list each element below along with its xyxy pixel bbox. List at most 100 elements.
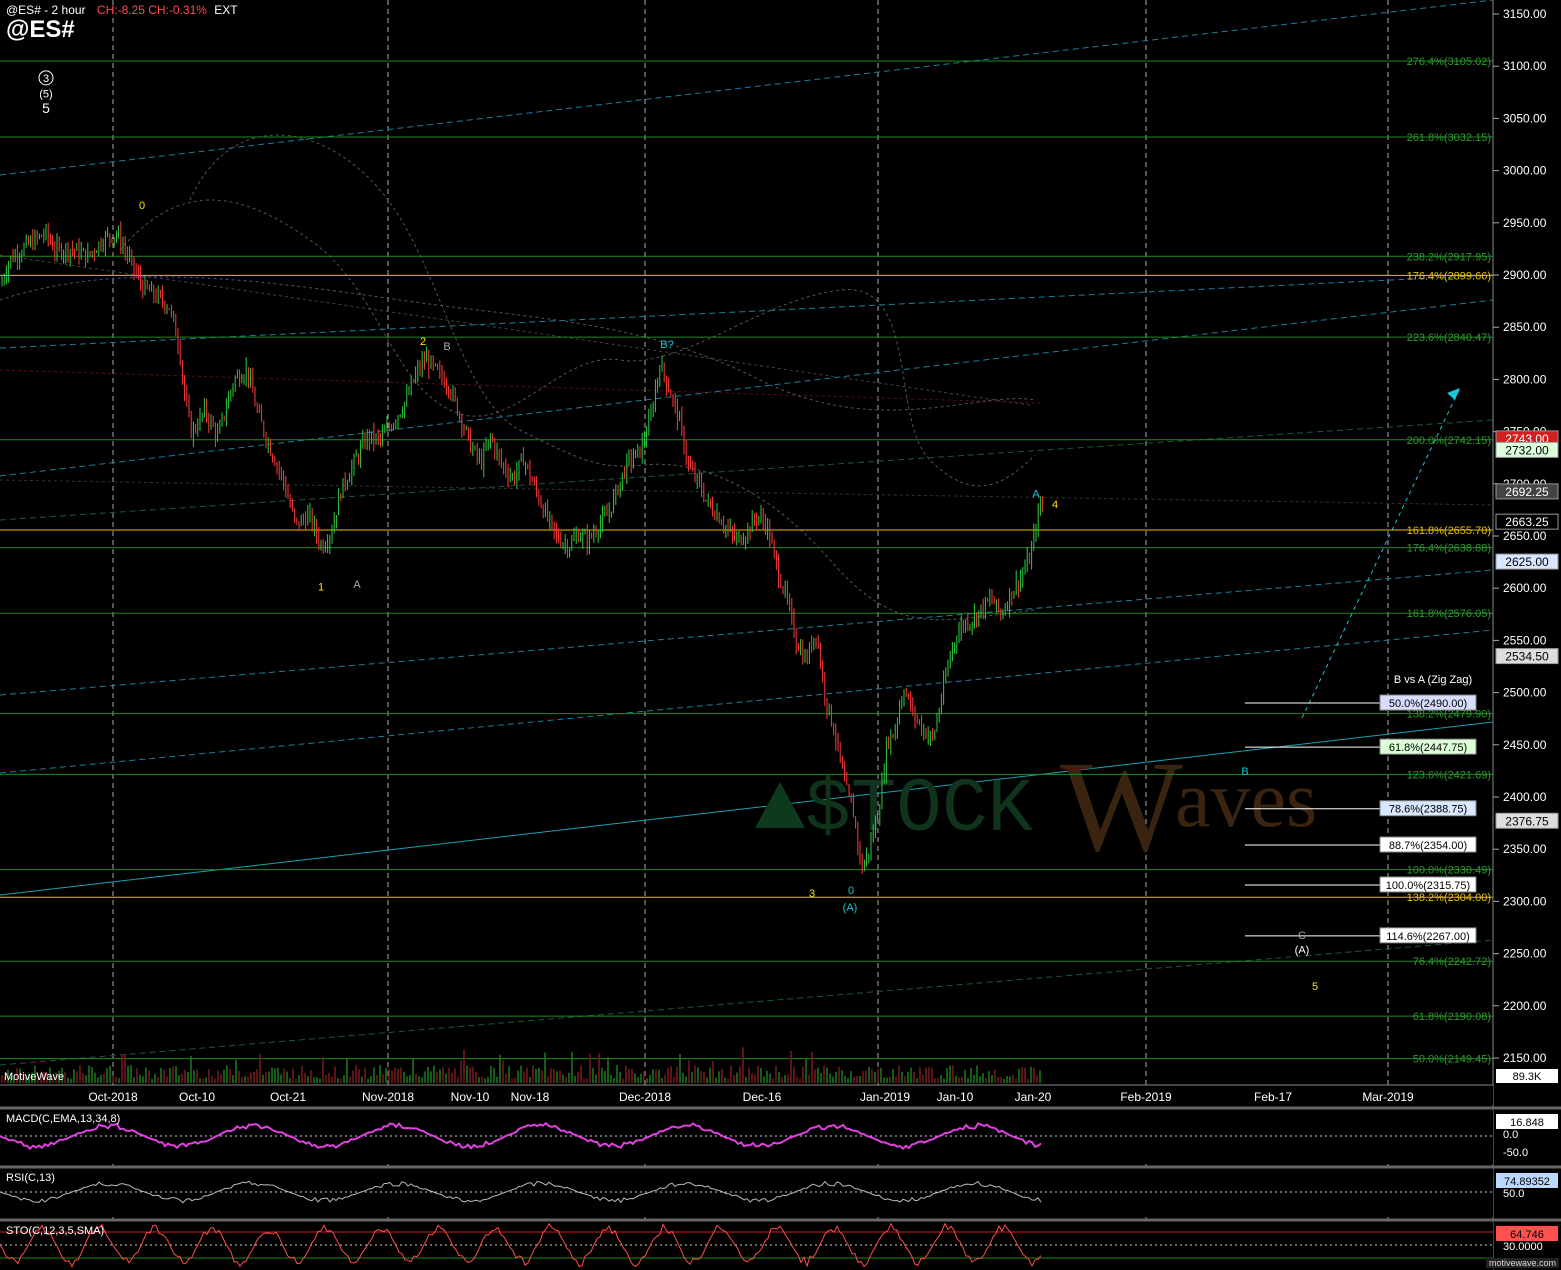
price-label: 2663.25 — [1505, 515, 1549, 529]
stoch-label: STO(C,12,3,5,SMA) — [6, 1225, 104, 1237]
price-tick-label: 2500.00 — [1503, 686, 1547, 700]
stoch-tick: 30.0000 — [1503, 1241, 1543, 1253]
fib-level-label: 61.8%(2190.08) — [1413, 1011, 1491, 1023]
fib-level-label: 138.2%(2304.00) — [1407, 892, 1491, 904]
wave-label: 0 — [139, 200, 145, 212]
fib-level-label: 176.4%(2638.88) — [1407, 543, 1491, 555]
wave-label: A — [1032, 488, 1040, 500]
price-tick-label: 3000.00 — [1503, 164, 1547, 178]
wave-label: (5) — [39, 89, 52, 101]
svg-text:$TOCK: $TOCK — [805, 767, 1033, 853]
fib-level-label: 161.8%(2655.70) — [1407, 525, 1491, 537]
indicator-panels: MACD(C,EMA,13,34,8) 16.8480.0 -50.0 RSI(C,1… — [0, 1106, 1561, 1270]
price-tick-label: 2950.00 — [1503, 216, 1547, 230]
time-tick-label: Oct-2018 — [88, 1090, 138, 1104]
price-label: 2732.00 — [1505, 443, 1549, 457]
session-label: EXT — [214, 3, 238, 17]
bva-label: 61.8%(2447.75) — [1389, 742, 1467, 754]
price-label: 2534.50 — [1505, 650, 1549, 664]
rsi-tick: 50.0 — [1503, 1188, 1524, 1200]
time-tick-label: Jan-2019 — [860, 1090, 910, 1104]
bva-title: B vs A (Zig Zag) — [1394, 674, 1472, 686]
wave-label: (A) — [843, 902, 858, 914]
price-label: 2692.25 — [1505, 485, 1549, 499]
time-tick-label: Feb-2019 — [1120, 1090, 1172, 1104]
time-tick-label: Jan-10 — [937, 1090, 974, 1104]
wave-label: A — [353, 579, 361, 591]
macd-label: MACD(C,EMA,13,34,8) — [6, 1113, 120, 1125]
fib-level-label: 176.4%(2899.66) — [1407, 270, 1491, 282]
wave-label: B — [1241, 766, 1248, 778]
time-tick-label: Feb-17 — [1254, 1090, 1292, 1104]
macd-tick: 0.0 — [1503, 1129, 1518, 1141]
wave-label: 3 — [43, 73, 49, 85]
time-tick-label: Nov-2018 — [362, 1090, 414, 1104]
time-tick-label: Mar-2019 — [1362, 1090, 1414, 1104]
price-tick-label: 2850.00 — [1503, 320, 1547, 334]
time-tick-label: Nov-18 — [511, 1090, 550, 1104]
symbol-title: @ES# — [6, 16, 75, 43]
fib-level-label: 100.0%(2330.49) — [1407, 865, 1491, 877]
wave-label: 3 — [809, 888, 815, 900]
price-tick-label: 3100.00 — [1503, 59, 1547, 73]
wave-label: 4 — [1052, 499, 1058, 511]
fib-level-label: 50.0%(2149.45) — [1413, 1054, 1491, 1066]
time-tick-label: Nov-10 — [451, 1090, 490, 1104]
svg-text:W: W — [1060, 735, 1183, 879]
price-tick-label: 2400.00 — [1503, 790, 1547, 804]
price-tick-label: 2650.00 — [1503, 529, 1547, 543]
price-tick-label: 2550.00 — [1503, 633, 1547, 647]
wave-label: 5 — [42, 100, 50, 116]
fib-level-label: 161.8%(2576.05) — [1407, 608, 1491, 620]
rsi-value: 74.89352 — [1504, 1176, 1550, 1188]
wave-label: (A) — [1295, 945, 1310, 957]
price-tick-label: 2200.00 — [1503, 999, 1547, 1013]
wave-label: B — [443, 341, 450, 353]
rsi-label: RSI(C,13) — [6, 1172, 55, 1184]
wave-label: 1 — [318, 581, 324, 593]
wave-label: C — [1298, 930, 1306, 942]
price-tick-label: 3150.00 — [1503, 7, 1547, 21]
bva-label: 78.6%(2388.75) — [1389, 804, 1467, 816]
bva-label: 114.6%(2267.00) — [1386, 931, 1470, 943]
wave-label: B? — [660, 339, 673, 351]
time-tick-label: Jan-20 — [1015, 1090, 1052, 1104]
platform-label: MotiveWave — [4, 1071, 65, 1083]
price-tick-label: 3050.00 — [1503, 111, 1547, 125]
price-tick-label: 2150.00 — [1503, 1051, 1547, 1065]
fib-level-label: 200.0%(2742.15) — [1407, 435, 1491, 447]
time-axis[interactable]: Oct-2018 Oct-10 Oct-21 Nov-2018 Nov-10 Nov-18… — [0, 1084, 1493, 1105]
fib-level-label: 276.4%(3105.02) — [1407, 56, 1491, 68]
price-tick-label: 2900.00 — [1503, 268, 1547, 282]
fib-level-label: 76.4%(2242.72) — [1413, 956, 1491, 968]
price-tick-label: 2450.00 — [1503, 738, 1547, 752]
time-tick-label: Oct-10 — [179, 1090, 215, 1104]
time-tick-label: Dec-2018 — [619, 1090, 671, 1104]
macd-tick: -50.0 — [1503, 1147, 1528, 1159]
fib-level-label: 261.8%(3032.15) — [1407, 132, 1491, 144]
price-tick-label: 2600.00 — [1503, 581, 1547, 595]
fib-level-label: 223.6%(2840.47) — [1407, 332, 1491, 344]
price-axis[interactable]: 3150.00 3100.00 3050.00 3000.00 2950.00 2900.… — [1492, 0, 1561, 1270]
bva-label: 50.0%(2490.00) — [1389, 698, 1467, 710]
chart-header: @ES# - 2 hour CH:-8.25 CH:-0.31% EXT — [6, 3, 238, 17]
stoch-value: 64.746 — [1510, 1229, 1544, 1241]
bva-label: 88.7%(2354.00) — [1389, 840, 1467, 852]
macd-value: 16.848 — [1510, 1117, 1544, 1129]
fib-level-label: 238.2%(2917.95) — [1407, 251, 1491, 263]
stock-chart[interactable]: $TOCK W aves 276.4%(3105.02)261.8%(3032.… — [0, 0, 1561, 1270]
volume-label: 89.3K — [1513, 1071, 1542, 1083]
bva-label: 100.0%(2315.75) — [1386, 880, 1470, 892]
wave-label: 5 — [1312, 981, 1318, 993]
watermark-url: motivewave.com — [1485, 1258, 1559, 1268]
wave-label: 0 — [848, 885, 854, 897]
price-tick-label: 2800.00 — [1503, 372, 1547, 386]
fib-level-label: 123.6%(2421.69) — [1407, 769, 1491, 781]
wave-label: 2 — [420, 336, 426, 348]
price-tick-label: 2250.00 — [1503, 947, 1547, 961]
time-tick-label: Dec-16 — [743, 1090, 782, 1104]
change-text: CH:-8.25 CH:-0.31% — [96, 3, 207, 17]
price-tick-label: 2300.00 — [1503, 894, 1547, 908]
time-tick-label: Oct-21 — [270, 1090, 306, 1104]
price-label: 2376.75 — [1505, 814, 1549, 828]
